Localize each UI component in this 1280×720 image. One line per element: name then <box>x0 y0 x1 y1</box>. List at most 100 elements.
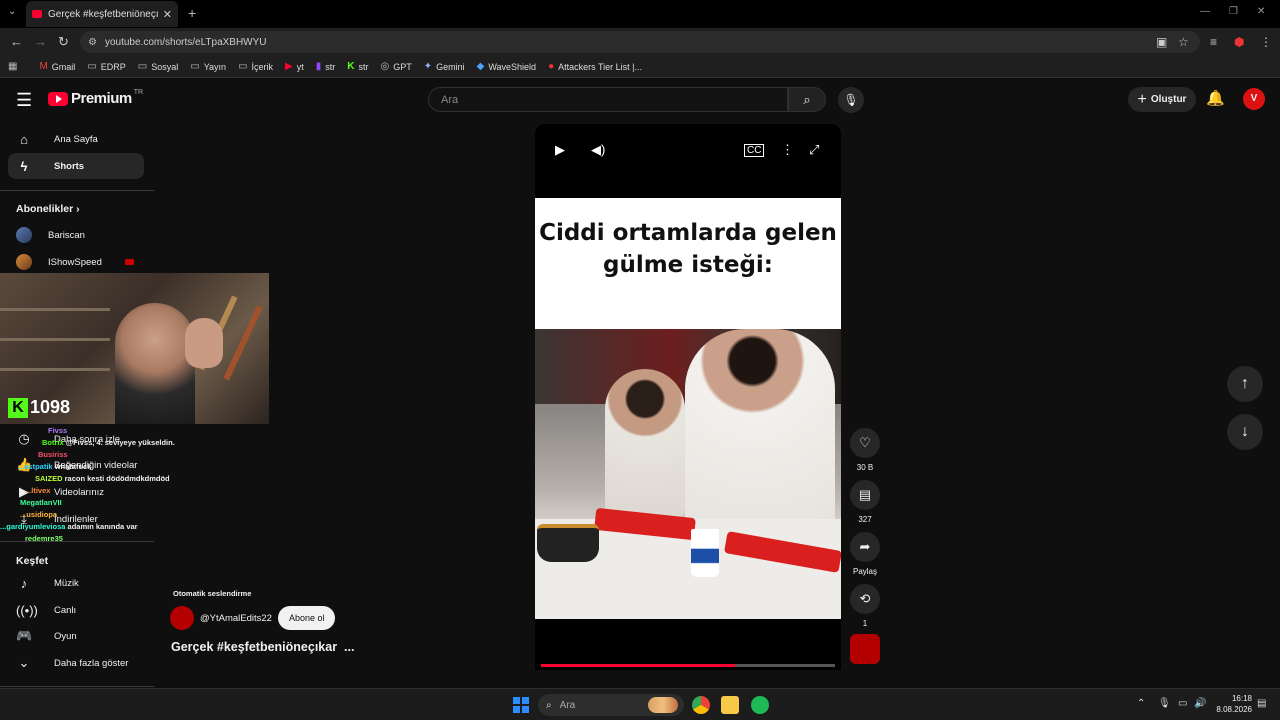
sidebar-item-gaming[interactable]: 🎮 Oyun <box>8 623 144 649</box>
subscribe-button[interactable]: Abone ol <box>277 606 336 630</box>
reload-icon[interactable]: ↻ <box>58 34 69 50</box>
file-explorer-icon[interactable] <box>721 696 739 714</box>
sidebar-item-label: Ana Sayfa <box>54 133 98 145</box>
shelf <box>0 308 110 311</box>
taskbar-clock[interactable]: 16:18 8.08.2026 <box>1212 693 1252 715</box>
sidebar-item-live[interactable]: ((•)) Canlı <box>8 597 144 623</box>
person <box>605 369 685 519</box>
attackers-icon: ● <box>548 61 555 72</box>
minimize-icon[interactable]: — <box>1200 6 1210 17</box>
waveshield-icon: ◆ <box>476 61 485 72</box>
network-icon[interactable]: ▭ <box>1178 698 1187 709</box>
live-indicator-icon <box>125 259 134 265</box>
bookmark-yayin[interactable]: ▭ Yayın <box>190 61 226 72</box>
chat-line: SAIZED racon kesti dödödmdkdmdöd <box>35 474 170 483</box>
remix-icon: ⟲ <box>859 591 871 606</box>
create-label: Oluştur <box>1150 94 1187 105</box>
create-button[interactable]: + Oluştur <box>1128 87 1196 112</box>
channel-avatar[interactable] <box>170 606 194 630</box>
hamburger-menu-icon[interactable]: ☰ <box>16 90 32 111</box>
bookmark-edrp[interactable]: ▭ EDRP <box>87 61 125 72</box>
kick-icon: K <box>347 61 355 72</box>
search-button[interactable]: ⌕ <box>788 87 826 112</box>
gamepad-icon: 🎮 <box>16 628 33 643</box>
logo-region: TR <box>133 89 144 96</box>
webcam-overlay: K 1098 <box>0 273 269 424</box>
menu-dots-icon[interactable]: ⋮ <box>1260 35 1272 49</box>
bookmark-kick[interactable]: Kstr <box>347 61 368 72</box>
sidebar-item-music[interactable]: ♪ Müzik <box>8 570 144 596</box>
taskbar-search[interactable]: ⌕ Ara <box>538 694 684 716</box>
captions-icon[interactable]: CC <box>744 144 765 157</box>
chrome-icon[interactable] <box>692 696 710 714</box>
windows-start-icon[interactable] <box>513 697 529 713</box>
tab-search-icon[interactable]: ⌄ <box>8 6 16 17</box>
bookmark-attackers[interactable]: ● Attackers Tier List |... <box>548 61 642 72</box>
youtube-premium-logo[interactable]: Premium TR <box>48 89 144 107</box>
bookmark-gmail[interactable]: M Gmail <box>39 61 75 72</box>
clock-time: 16:18 <box>1231 694 1252 703</box>
channel-handle[interactable]: @YtAmalEdits22 <box>200 613 272 624</box>
forward-icon[interactable]: → <box>34 34 47 49</box>
person <box>685 329 835 529</box>
bookmark-gpt[interactable]: ◎ GPT <box>381 61 412 72</box>
sidebar-item-label: Daha fazla göster <box>54 657 129 669</box>
notifications-bell-icon[interactable]: 🔔 <box>1206 89 1225 107</box>
bookmark-icerik[interactable]: ▭ İçerik <box>238 61 273 72</box>
sidebar-item-ishowspeed[interactable]: IShowSpeed <box>8 249 144 275</box>
account-avatar[interactable]: V <box>1243 88 1265 110</box>
progress-bar[interactable] <box>541 664 835 667</box>
sound-thumbnail[interactable] <box>850 634 880 664</box>
play-icon[interactable]: ▶ <box>555 142 565 158</box>
youtube-header: ☰ Premium TR Ara ⌕ 🎙 + Oluştur 🔔 V <box>0 80 1280 118</box>
shorts-player[interactable]: ▶ ◀) CC ⋮ ⤢ Ciddi ortamlarda gelen gülme… <box>535 124 841 670</box>
tray-mic-icon[interactable]: 🎙 <box>1158 698 1171 709</box>
fullscreen-icon[interactable]: ⤢ <box>809 142 819 158</box>
volume-icon[interactable]: ◀) <box>591 142 605 158</box>
bookmark-twitch[interactable]: ▮ str <box>316 61 336 72</box>
folder-icon: ▭ <box>190 61 200 72</box>
reading-list-icon[interactable]: ≡ <box>1210 35 1217 49</box>
apps-grid-icon[interactable]: ▦ <box>8 61 21 72</box>
sidebar-item-bariscan[interactable]: Bariscan <box>8 222 144 248</box>
speaker-icon[interactable]: 🔊 <box>1194 698 1206 709</box>
bookmark-waveshield[interactable]: ◆ WaveShield <box>477 61 536 72</box>
previous-short-button[interactable]: ↑ <box>1227 366 1263 402</box>
comments-button[interactable]: ▤ <box>850 480 880 510</box>
bookmark-yt[interactable]: ▶ yt <box>285 61 304 72</box>
bookmark-star-icon[interactable]: ☆ <box>1178 35 1189 49</box>
spotify-icon[interactable] <box>751 696 769 714</box>
share-icon: ➦ <box>859 539 871 554</box>
notification-center-icon[interactable]: ▤ <box>1257 698 1266 709</box>
sidebar-item-label: Oyun <box>54 630 77 642</box>
voice-search-button[interactable]: 🎙 <box>838 87 864 113</box>
share-button[interactable]: ➦ <box>850 532 880 562</box>
kick-icon: K <box>8 397 28 418</box>
short-title[interactable]: Gerçek #keşfetbeniöneçıkar ... <box>171 640 354 654</box>
extension-icon[interactable]: ⬢ <box>1234 35 1244 49</box>
browser-tab[interactable]: Gerçek #keşfetbeniöneçıkar # ✕ <box>26 1 178 27</box>
arrow-up-icon: ↑ <box>1241 375 1249 392</box>
remix-button[interactable]: ⟲ <box>850 584 880 614</box>
sidebar-item-shorts[interactable]: ϟ Shorts <box>8 153 144 179</box>
sidebar-item-home[interactable]: ⌂ Ana Sayfa <box>8 126 144 152</box>
install-app-icon[interactable]: ▣ <box>1156 35 1167 49</box>
sidebar-item-show-more[interactable]: ⌄ Daha fazla göster <box>8 650 144 676</box>
chat-line: redemre35 <box>25 534 63 543</box>
like-button[interactable]: ♡ <box>850 428 880 458</box>
more-options-icon[interactable]: ⋮ <box>781 142 794 158</box>
new-tab-icon[interactable]: + <box>188 5 196 21</box>
tray-overflow-icon[interactable]: ⌃ <box>1137 698 1145 709</box>
subscriptions-heading[interactable]: Abonelikler › <box>16 203 80 215</box>
search-input[interactable]: Ara <box>428 87 788 112</box>
close-window-icon[interactable]: ✕ <box>1257 6 1265 17</box>
bookmark-gemini[interactable]: ✦ Gemini <box>424 61 465 72</box>
restore-icon[interactable]: ❐ <box>1229 6 1238 17</box>
back-icon[interactable]: ← <box>10 34 23 49</box>
next-short-button[interactable]: ↓ <box>1227 414 1263 450</box>
omnibox[interactable]: ⚙ youtube.com/shorts/eLTpaXBHWYU <box>80 31 1200 53</box>
bookmark-sosyal[interactable]: ▭ Sosyal <box>138 61 178 72</box>
home-icon: ⌂ <box>20 131 28 147</box>
close-tab-icon[interactable]: ✕ <box>163 8 172 21</box>
site-info-icon[interactable]: ⚙ <box>88 37 97 48</box>
